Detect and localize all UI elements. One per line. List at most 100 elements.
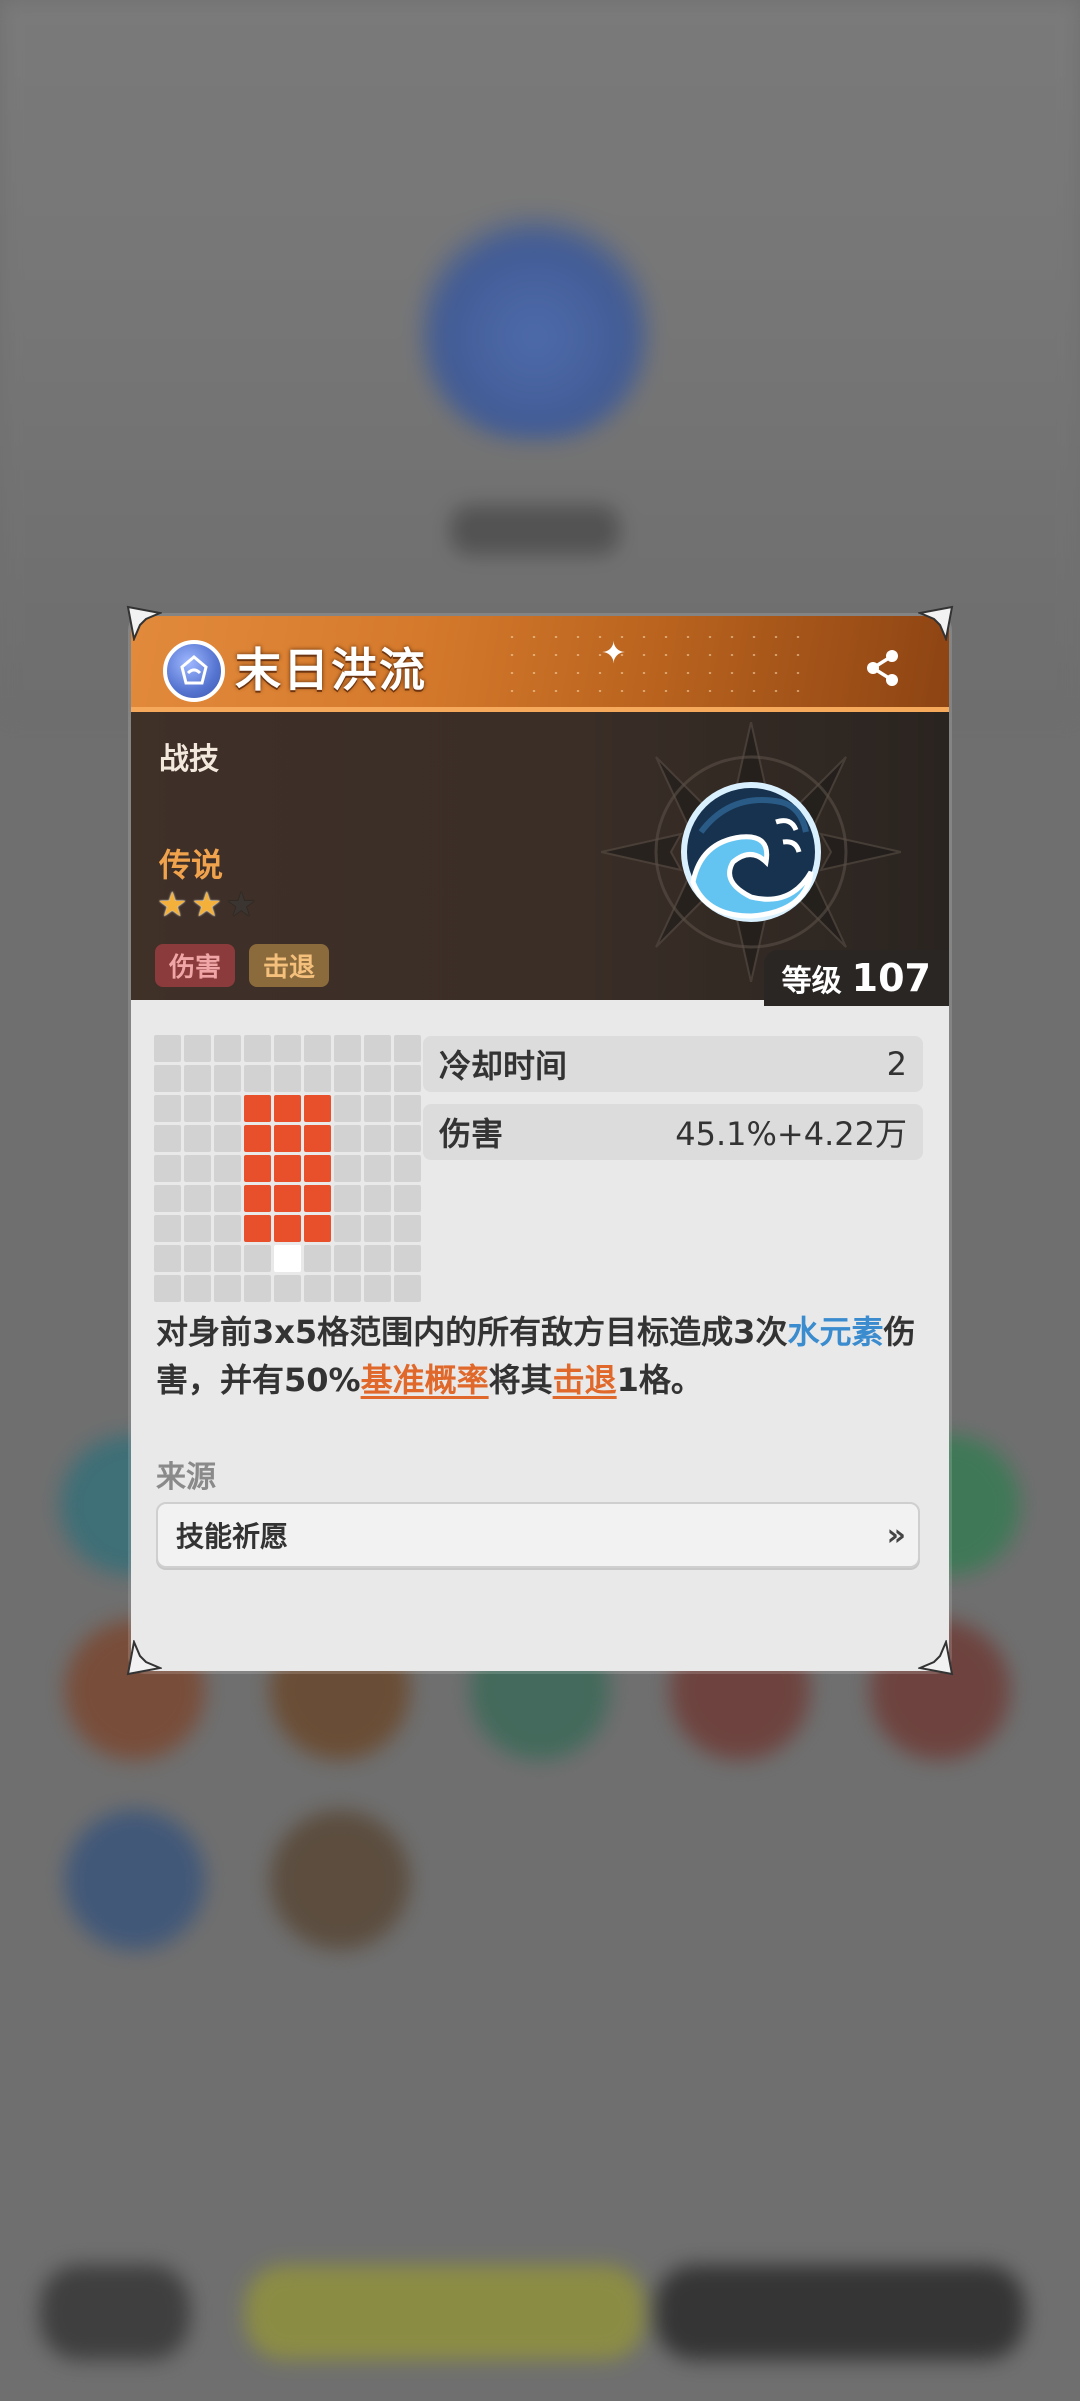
range-cell-hit [244, 1155, 271, 1182]
skill-tags: 伤害 击退 [155, 944, 330, 987]
range-cell [154, 1065, 181, 1092]
sparkle-icon: ✦ [601, 636, 627, 671]
range-cell [214, 1095, 241, 1122]
background-skill-slot [270, 1810, 410, 1950]
range-cell [214, 1125, 241, 1152]
range-cell [214, 1275, 241, 1302]
range-cell [244, 1035, 271, 1062]
share-button[interactable] [861, 646, 905, 690]
star-filled-icon: ★ [191, 885, 222, 925]
range-cell-hit [304, 1095, 331, 1122]
range-cell [214, 1035, 241, 1062]
share-icon [867, 650, 898, 686]
background-button [655, 2265, 1025, 2360]
range-cell-hit [244, 1215, 271, 1242]
range-cell [334, 1215, 361, 1242]
corner-ornament-icon [126, 1640, 162, 1676]
skill-banner: 战技 传说 ★ ★ ★ 伤害 击退 等级 107 [131, 712, 949, 1006]
keyword-water-element[interactable]: 水元素 [787, 1313, 883, 1351]
desc-text: 1格。 [616, 1361, 703, 1399]
source-skill-wish-button[interactable]: 技能祈愿 » [156, 1502, 920, 1568]
header-sparkle-dots [501, 628, 801, 698]
tag-damage: 伤害 [155, 944, 236, 987]
stat-label: 冷却时间 [439, 1047, 568, 1085]
range-cell [394, 1035, 421, 1062]
range-cell-hit [274, 1155, 301, 1182]
star-filled-icon: ★ [157, 885, 188, 925]
range-cell [304, 1245, 331, 1272]
stat-label: 伤害 [439, 1115, 504, 1153]
range-cell [364, 1185, 391, 1212]
range-cell [364, 1155, 391, 1182]
stat-value: 45.1%+4.22万 [675, 1115, 907, 1153]
range-cell [154, 1035, 181, 1062]
range-cell [214, 1065, 241, 1092]
range-cell [274, 1065, 301, 1092]
desc-text: 对身前3x5格范围内的所有敌方目标造成3次 [156, 1313, 788, 1351]
range-cell-hit [274, 1215, 301, 1242]
range-cell [334, 1095, 361, 1122]
range-cell [154, 1155, 181, 1182]
range-cell [364, 1125, 391, 1152]
desc-text: 将其 [488, 1361, 553, 1399]
range-cell [394, 1185, 421, 1212]
range-cell [154, 1215, 181, 1242]
keyword-knockback[interactable]: 击退 [553, 1361, 617, 1399]
range-cell [394, 1125, 421, 1152]
range-cell [244, 1245, 271, 1272]
range-cell [364, 1065, 391, 1092]
source-item-label: 技能祈愿 [176, 1520, 289, 1553]
range-cell [184, 1095, 211, 1122]
range-cell-hit [304, 1215, 331, 1242]
range-cell [274, 1035, 301, 1062]
skill-type: 战技 [159, 742, 219, 777]
skill-title: 末日洪流 [235, 643, 427, 697]
wave-skill-icon [601, 722, 901, 982]
skill-detail-dialog: ✦ 末日洪流 战技 传说 ★ ★ ★ 伤害 击退 等级 107 冷却时间 2 伤… [131, 616, 949, 1671]
range-cell [184, 1155, 211, 1182]
source-label: 来源 [156, 1460, 216, 1495]
range-cell [184, 1275, 211, 1302]
range-cell [214, 1245, 241, 1272]
range-cell-hit [274, 1125, 301, 1152]
range-cell-self [274, 1245, 301, 1272]
corner-ornament-icon [918, 605, 954, 641]
background-emblem [420, 210, 650, 440]
range-cell [394, 1095, 421, 1122]
range-cell [334, 1155, 361, 1182]
stat-row-damage: 伤害 45.1%+4.22万 [423, 1104, 923, 1160]
range-cell [214, 1155, 241, 1182]
level-box: 等级 107 [763, 950, 949, 1006]
range-cell [334, 1245, 361, 1272]
range-cell [154, 1275, 181, 1302]
tag-knockback: 击退 [249, 944, 330, 987]
range-cell [394, 1155, 421, 1182]
range-cell [364, 1095, 391, 1122]
range-cell [184, 1035, 211, 1062]
range-cell [184, 1125, 211, 1152]
range-cell-hit [304, 1125, 331, 1152]
range-cell [304, 1275, 331, 1302]
range-cell [364, 1245, 391, 1272]
range-cell-hit [304, 1185, 331, 1212]
background-name-plate [450, 505, 620, 555]
range-cell [184, 1245, 211, 1272]
range-cell [184, 1065, 211, 1092]
water-element-glyph [180, 655, 208, 685]
water-element-icon [163, 640, 225, 702]
dialog-header: ✦ 末日洪流 [131, 616, 949, 712]
skill-description: 对身前3x5格范围内的所有敌方目标造成3次水元素伤害，并有50%基准概率将其击退… [156, 1308, 936, 1404]
range-cell [364, 1215, 391, 1242]
range-cell-hit [244, 1095, 271, 1122]
background-button [245, 2265, 645, 2360]
keyword-base-chance[interactable]: 基准概率 [361, 1361, 489, 1399]
range-cell [154, 1245, 181, 1272]
corner-ornament-icon [918, 1640, 954, 1676]
level-label: 等级 [781, 964, 842, 999]
range-cell [364, 1275, 391, 1302]
range-cell [154, 1185, 181, 1212]
stat-row-cooldown: 冷却时间 2 [423, 1036, 923, 1092]
range-cell [334, 1185, 361, 1212]
double-chevron-right-icon: » [886, 1517, 907, 1553]
range-cell [394, 1065, 421, 1092]
